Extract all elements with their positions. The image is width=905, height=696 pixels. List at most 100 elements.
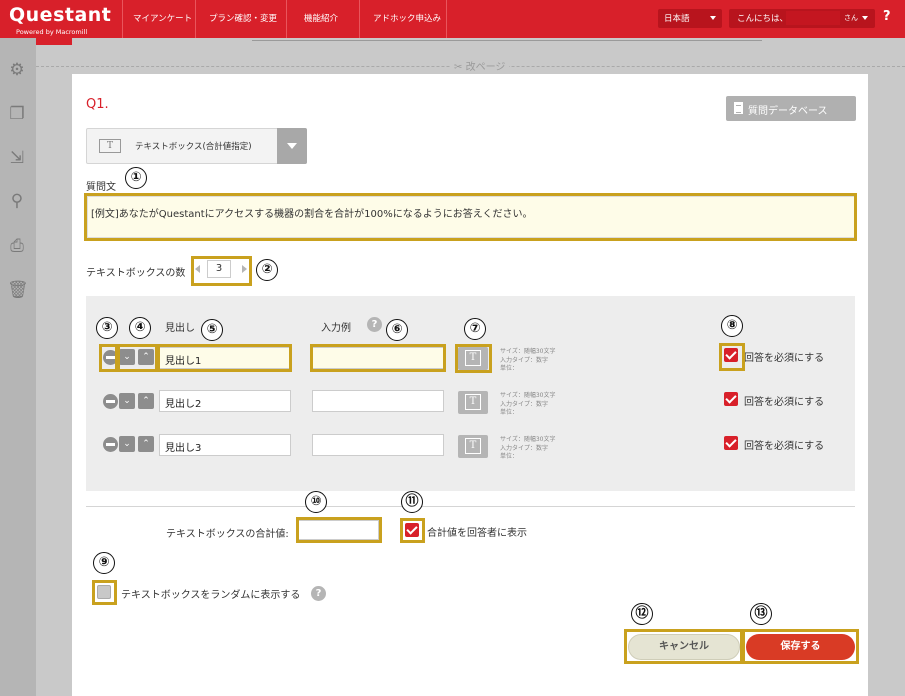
highlight-box xyxy=(455,344,492,373)
question-database-button[interactable]: 質問データベース xyxy=(726,96,856,121)
heading-input[interactable]: 見出し2 xyxy=(159,390,291,412)
textbox-settings-icon[interactable] xyxy=(458,435,488,458)
user-name xyxy=(786,11,840,25)
textbox-info: サイズ：随幅30文字 入力タイプ：数字 単位： xyxy=(500,436,555,462)
highlight-box xyxy=(117,344,158,372)
page-break-text: 改ページ xyxy=(465,62,506,73)
highlight-box xyxy=(191,256,252,286)
move-icon[interactable]: ⇲ xyxy=(7,148,27,168)
callout-6: ⑥ xyxy=(386,319,408,341)
nav-divider xyxy=(446,0,447,38)
user-suffix: さん xyxy=(844,14,858,22)
nav-features[interactable]: 機能紹介 xyxy=(304,12,338,24)
help-icon[interactable]: ? xyxy=(367,317,382,332)
nav-my-survey[interactable]: マイアンケート xyxy=(133,12,192,24)
heading-input-value: 見出し2 xyxy=(165,399,202,410)
remove-row-button[interactable] xyxy=(103,394,118,409)
print-icon[interactable]: ⎙ xyxy=(7,236,27,256)
highlight-box xyxy=(310,344,446,372)
callout-4: ④ xyxy=(129,317,151,339)
info-size: サイズ：随幅30文字 xyxy=(500,392,556,399)
remove-row-button[interactable] xyxy=(103,437,118,452)
highlight-box xyxy=(296,517,382,543)
help-icon[interactable]: ? xyxy=(311,586,326,601)
highlight-box xyxy=(624,629,743,664)
highlight-box xyxy=(719,343,745,371)
question-number: Q1. xyxy=(86,97,109,112)
nav-divider xyxy=(195,0,196,38)
question-text-label: 質問文 xyxy=(86,182,116,193)
nav-adhoc[interactable]: アドホック申込み xyxy=(373,12,441,24)
textbox-count-label: テキストボックスの数 xyxy=(86,268,186,279)
divider xyxy=(86,506,855,507)
textbox-info: サイズ：随幅30文字 入力タイプ：数字 単位： xyxy=(500,392,555,418)
required-label: 回答を必須にする xyxy=(744,441,825,452)
highlight-box xyxy=(92,580,117,605)
callout-2: ② xyxy=(256,259,278,281)
move-up-button[interactable]: ⌃ xyxy=(138,393,154,409)
required-checkbox[interactable] xyxy=(724,392,738,406)
info-unit: 単位： xyxy=(500,409,519,416)
logo-text: Questant xyxy=(9,4,112,26)
callout-11: ⑪ xyxy=(401,491,423,513)
total-label: テキストボックスの合計値: xyxy=(166,529,289,540)
info-input-type: 入力タイプ：数字 xyxy=(500,400,549,408)
scissors-icon: ✂ xyxy=(454,62,463,73)
language-value: 日本語 xyxy=(664,14,690,24)
callout-5: ⑤ xyxy=(201,319,223,341)
trash-icon[interactable]: 🗑 xyxy=(7,280,29,300)
info-input-type: 入力タイプ：数字 xyxy=(500,444,549,452)
previous-question-bottom xyxy=(72,38,868,60)
question-database-label: 質問データベース xyxy=(748,106,828,117)
previous-question-edge xyxy=(252,38,762,41)
required-label: 回答を必須にする xyxy=(744,353,825,364)
nav-divider xyxy=(286,0,287,38)
callout-13: ⑬ xyxy=(750,603,772,625)
show-total-label: 合計値を回答者に表示 xyxy=(427,528,527,539)
chevron-down-icon xyxy=(710,16,716,20)
logo-subtitle: Powered by Macromill xyxy=(16,28,88,36)
example-input[interactable] xyxy=(312,390,444,412)
heading-input-value: 見出し3 xyxy=(165,443,202,454)
example-input[interactable] xyxy=(312,434,444,456)
nav-plan[interactable]: プラン確認・変更 xyxy=(209,12,277,24)
callout-1: ① xyxy=(125,167,147,189)
callout-10: ⑩ xyxy=(305,491,327,513)
info-size: サイズ：随幅30文字 xyxy=(500,348,556,355)
chevron-down-icon xyxy=(862,16,868,20)
highlight-box xyxy=(99,344,118,372)
callout-9: ⑨ xyxy=(93,552,115,574)
highlight-box xyxy=(742,629,859,664)
example-column-label: 入力例 xyxy=(321,323,351,334)
user-menu[interactable]: こんにちは、 さん xyxy=(729,9,875,28)
move-down-button[interactable]: ⌄ xyxy=(119,393,135,409)
heading-input[interactable]: 見出し3 xyxy=(159,434,291,456)
chevron-down-icon[interactable] xyxy=(277,128,307,164)
user-greeting: こんにちは、 xyxy=(737,14,789,24)
info-unit: 単位： xyxy=(500,453,519,460)
question-type-label: テキストボックス(合計値指定) xyxy=(135,142,252,152)
nav-divider xyxy=(122,0,123,38)
page-break-label[interactable]: ✂ 改ページ xyxy=(450,58,510,73)
move-down-button[interactable]: ⌄ xyxy=(119,436,135,452)
copy-icon[interactable]: ❐ xyxy=(7,104,27,124)
gear-icon[interactable]: ⚙ xyxy=(7,60,27,80)
textbox-settings-icon[interactable] xyxy=(458,391,488,414)
random-order-label: テキストボックスをランダムに表示する xyxy=(121,590,301,601)
search-icon[interactable]: ⚲ xyxy=(7,191,27,211)
highlight-box xyxy=(84,193,857,241)
callout-12: ⑫ xyxy=(631,603,653,625)
info-input-type: 入力タイプ：数字 xyxy=(500,356,549,364)
question-type-select[interactable]: T テキストボックス(合計値指定) xyxy=(86,128,307,164)
sidebar: ⚙ ❐ ⇲ ⚲ ⎙ 🗑 xyxy=(0,38,36,696)
heading-column-label: 見出し xyxy=(165,323,195,334)
callout-7: ⑦ xyxy=(464,318,486,340)
info-unit: 単位： xyxy=(500,365,519,372)
callout-8: ⑧ xyxy=(721,315,743,337)
required-label: 回答を必須にする xyxy=(744,397,825,408)
help-button[interactable]: ? xyxy=(883,9,891,24)
move-up-button[interactable]: ⌃ xyxy=(138,436,154,452)
language-select[interactable]: 日本語 xyxy=(658,9,722,28)
textbox-type-icon: T xyxy=(99,139,121,153)
required-checkbox[interactable] xyxy=(724,436,738,450)
